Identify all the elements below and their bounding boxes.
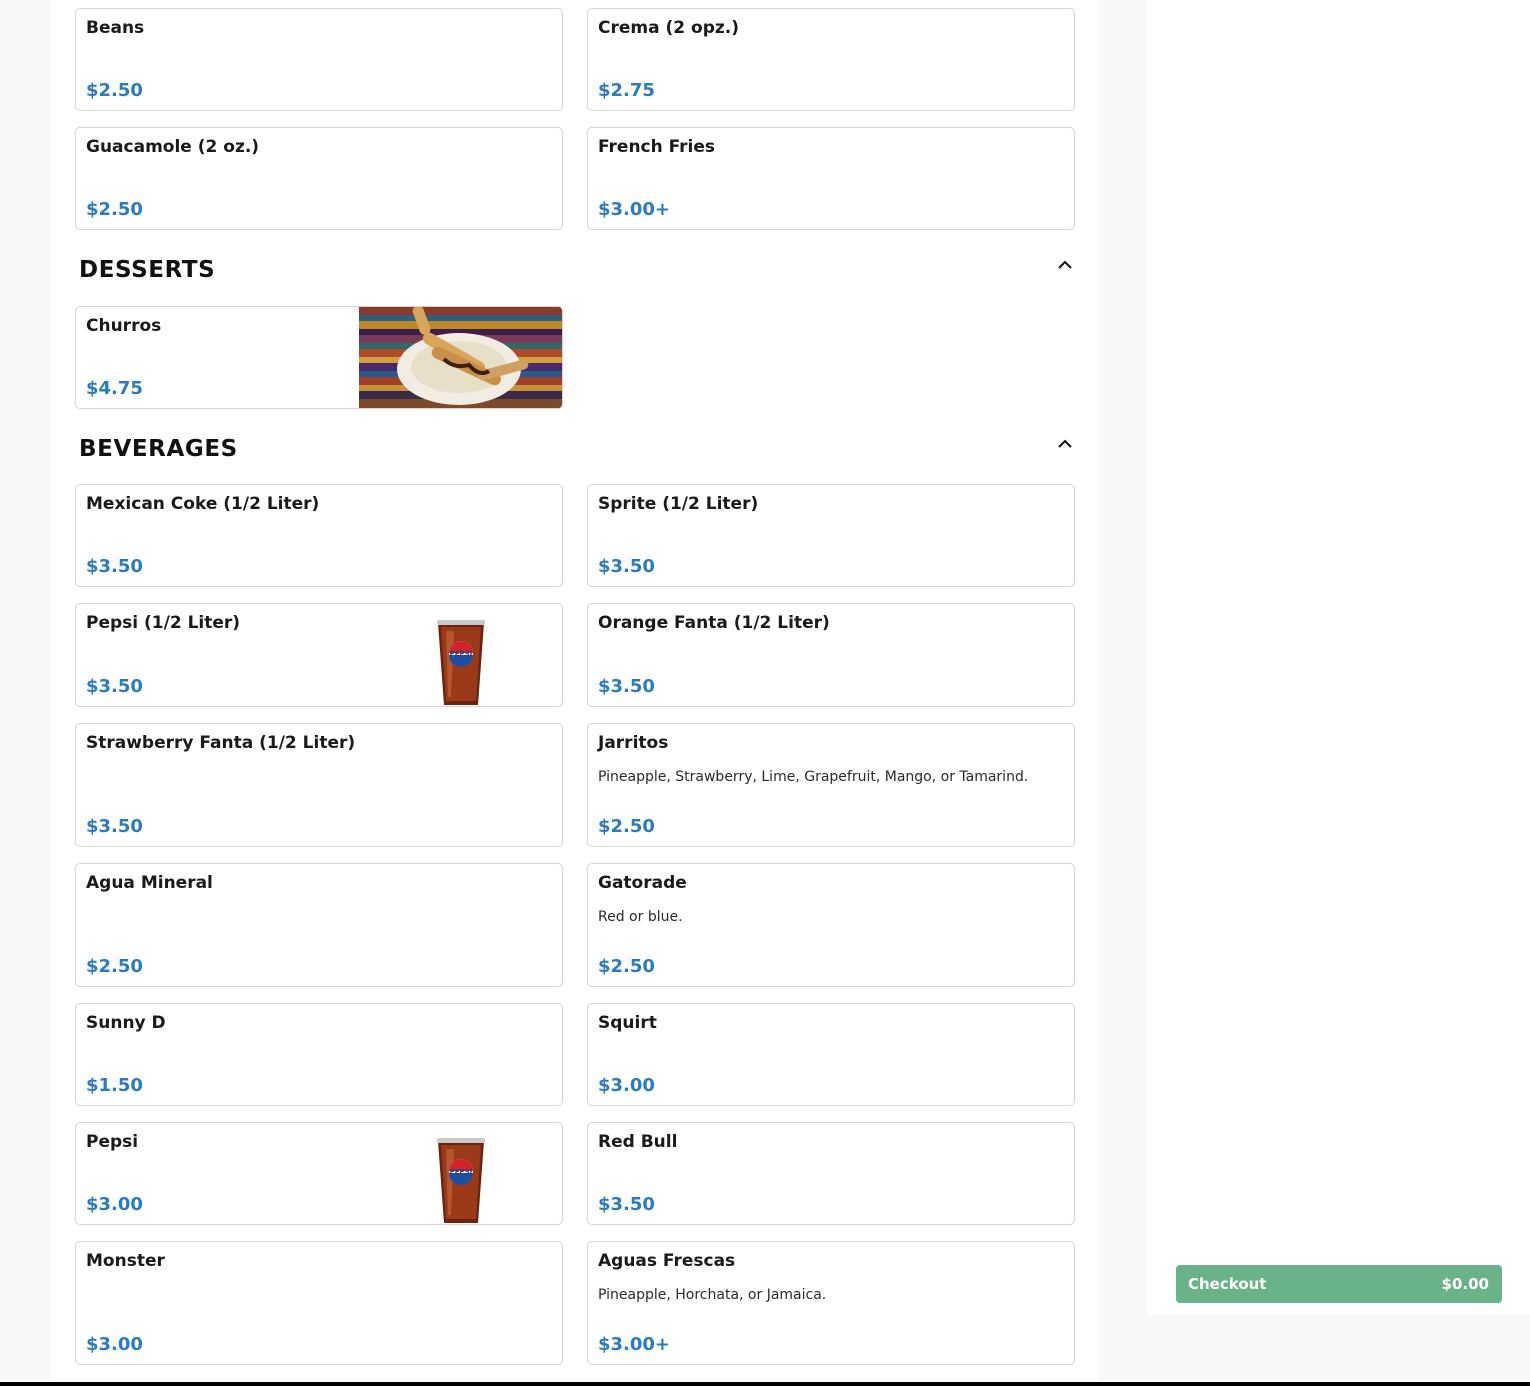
pepsi-cup-photo: PEPSI — [437, 1138, 485, 1223]
menu-item-card[interactable]: Strawberry Fanta (1/2 Liter) $3.50 — [75, 723, 563, 847]
menu-item-card[interactable]: Beans $2.50 — [75, 8, 563, 111]
checkout-label: Checkout — [1188, 1275, 1267, 1293]
item-name: French Fries — [598, 137, 716, 157]
menu-item-card[interactable]: Red Bull $3.50 — [587, 1122, 1075, 1225]
item-name: Crema (2 opz.) — [598, 18, 739, 38]
item-name: Aguas Frescas — [598, 1251, 736, 1271]
cart-panel — [1147, 0, 1530, 1315]
svg-text:PEPSI: PEPSI — [450, 1168, 473, 1176]
menu-item-card[interactable]: Guacamole (2 oz.) $2.50 — [75, 127, 563, 230]
bottom-edge-bar — [0, 1382, 1530, 1386]
item-price: $3.50 — [86, 816, 143, 837]
menu-item-card[interactable]: Monster $3.00 — [75, 1241, 563, 1365]
item-price: $3.50 — [86, 676, 143, 697]
item-price: $2.75 — [598, 80, 655, 101]
item-price: $1.50 — [86, 1075, 143, 1096]
item-name: Monster — [86, 1251, 165, 1271]
item-name: Squirt — [598, 1013, 657, 1033]
item-price: $3.50 — [598, 676, 655, 697]
section-title-desserts: DESSERTS — [79, 257, 216, 283]
menu-item-card[interactable]: Aguas Frescas Pineapple, Horchata, or Ja… — [587, 1241, 1075, 1365]
item-description: Pineapple, Strawberry, Lime, Grapefruit,… — [598, 769, 1029, 785]
item-name: Orange Fanta (1/2 Liter) — [598, 613, 830, 633]
menu-item-card[interactable]: Agua Mineral $2.50 — [75, 863, 563, 987]
menu-item-card[interactable]: Squirt $3.00 — [587, 1003, 1075, 1106]
item-description: Pineapple, Horchata, or Jamaica. — [598, 1287, 827, 1303]
item-price: $3.50 — [598, 556, 655, 577]
item-price: $2.50 — [86, 956, 143, 977]
item-name: Jarritos — [598, 733, 669, 753]
pepsi-cup-photo: PEPSI — [437, 620, 485, 705]
cart-total: $0.00 — [1441, 1275, 1489, 1293]
checkout-button[interactable]: Checkout $0.00 — [1176, 1265, 1502, 1303]
item-name: Strawberry Fanta (1/2 Liter) — [86, 733, 356, 753]
item-price: $2.50 — [598, 956, 655, 977]
menu-item-card[interactable]: Jarritos Pineapple, Strawberry, Lime, Gr… — [587, 723, 1075, 847]
menu-item-card[interactable]: Churros $4.75 — [75, 306, 563, 409]
menu-item-card[interactable]: Sprite (1/2 Liter) $3.50 — [587, 484, 1075, 587]
section-title-beverages: BEVERAGES — [79, 436, 238, 462]
item-name: Pepsi — [86, 1132, 139, 1152]
item-name: Sunny D — [86, 1013, 166, 1033]
item-price: $3.50 — [598, 1194, 655, 1215]
menu-item-card[interactable]: Pepsi $3.00 PEPSI — [75, 1122, 563, 1225]
item-price: $2.50 — [86, 199, 143, 220]
menu-item-card[interactable]: Gatorade Red or blue. $2.50 — [587, 863, 1075, 987]
item-price: $3.00 — [86, 1194, 143, 1215]
menu-item-card[interactable]: Mexican Coke (1/2 Liter) $3.50 — [75, 484, 563, 587]
menu-item-card[interactable]: Sunny D $1.50 — [75, 1003, 563, 1106]
item-price: $3.50 — [86, 556, 143, 577]
churros-photo — [359, 307, 562, 408]
item-description: Red or blue. — [598, 909, 683, 925]
svg-text:PEPSI: PEPSI — [450, 650, 473, 658]
chevron-up-icon[interactable] — [1056, 257, 1074, 271]
item-name: Agua Mineral — [86, 873, 213, 893]
menu-item-card[interactable]: Crema (2 opz.) $2.75 — [587, 8, 1075, 111]
item-price: $3.00+ — [598, 1334, 671, 1355]
item-price: $3.00 — [598, 1075, 655, 1096]
item-name: Churros — [86, 316, 162, 336]
item-name: Gatorade — [598, 873, 687, 893]
menu-item-card[interactable]: Orange Fanta (1/2 Liter) $3.50 — [587, 603, 1075, 707]
item-name: Pepsi (1/2 Liter) — [86, 613, 241, 633]
item-name: Guacamole (2 oz.) — [86, 137, 260, 157]
menu-item-card[interactable]: French Fries $3.00+ — [587, 127, 1075, 230]
item-price: $2.50 — [598, 816, 655, 837]
item-name: Mexican Coke (1/2 Liter) — [86, 494, 320, 514]
item-name: Beans — [86, 18, 145, 38]
chevron-up-icon[interactable] — [1056, 436, 1074, 450]
item-name: Red Bull — [598, 1132, 678, 1152]
item-price: $3.00+ — [598, 199, 671, 220]
menu-item-card[interactable]: Pepsi (1/2 Liter) $3.50 PEPSI — [75, 603, 563, 707]
item-name: Sprite (1/2 Liter) — [598, 494, 759, 514]
item-price: $4.75 — [86, 378, 143, 399]
item-price: $3.00 — [86, 1334, 143, 1355]
item-price: $2.50 — [86, 80, 143, 101]
